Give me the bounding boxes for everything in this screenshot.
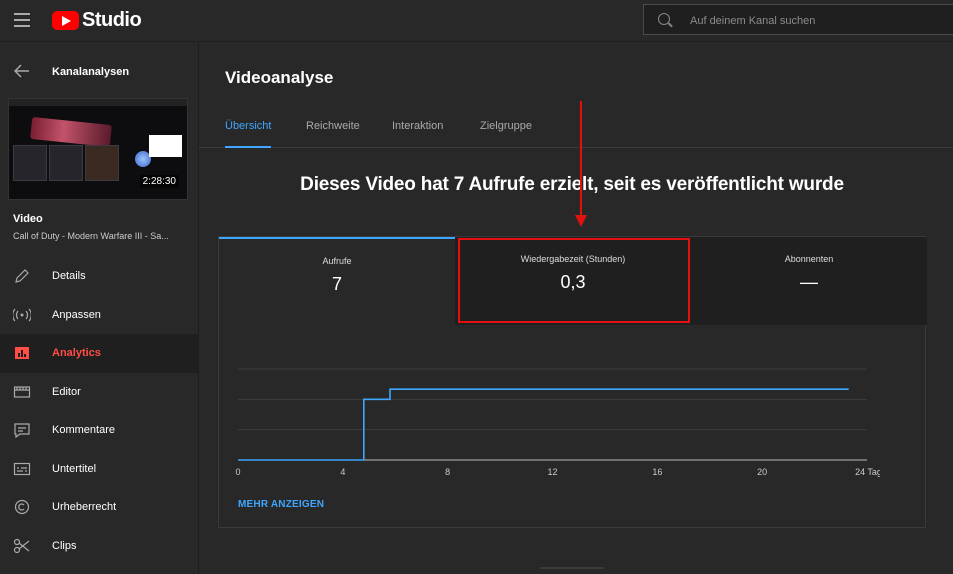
metric-label: Aufrufe — [322, 256, 352, 266]
search-box[interactable] — [643, 4, 953, 36]
analytics-icon — [15, 347, 29, 359]
x-tick-label: 4 — [340, 467, 345, 477]
metric-subscribers[interactable]: Abonnenten — — [691, 237, 927, 325]
x-tick-label: 20 — [757, 467, 767, 477]
search-input[interactable] — [688, 5, 952, 36]
search-icon — [658, 13, 670, 25]
sidebar-item-label: Details — [52, 270, 86, 283]
show-more-link[interactable]: MEHR ANZEIGEN — [238, 499, 324, 510]
tab-reichweite[interactable]: Reichweite — [306, 120, 360, 146]
sidebar-item-label: Urheberrecht — [52, 501, 117, 514]
sidebar-item-label: Editor — [52, 385, 81, 398]
page-title: Videoanalyse — [225, 68, 334, 87]
comment-icon — [14, 423, 30, 438]
metric-label: Abonnenten — [784, 254, 834, 264]
logo-text: Studio — [82, 9, 142, 31]
metric-label: Wiedergabezeit (Stunden) — [520, 254, 626, 264]
video-thumbnail[interactable]: 2:28:30 — [8, 98, 188, 200]
sidebar-item-label: Untertitel — [52, 462, 97, 475]
metric-watch-time[interactable]: Wiedergabezeit (Stunden) 0,3 — [455, 237, 691, 325]
top-bar: Studio — [0, 0, 953, 42]
views-series-line — [238, 388, 849, 461]
tab-zielgruppe[interactable]: Zielgruppe — [480, 120, 532, 146]
tab-uebersicht[interactable]: Übersicht — [225, 120, 272, 148]
sidebar-item-clips[interactable]: Clips — [0, 527, 198, 566]
annotation-arrow — [580, 101, 582, 219]
youtube-logo-icon — [52, 11, 79, 30]
subtitles-icon — [13, 462, 31, 475]
sidebar-item-label: Analytics — [52, 347, 101, 360]
metric-value: 0,3 — [560, 272, 586, 292]
thumbnail-tile — [85, 145, 119, 181]
sidebar-item-label: Kommentare — [52, 424, 115, 437]
sidebar-item-analytics[interactable]: Analytics — [0, 334, 198, 373]
thumbnail-tile — [49, 145, 83, 181]
sidebar-item-label: Anpassen — [52, 308, 101, 321]
sidebar-item-urheberrecht[interactable]: Urheberrecht — [0, 488, 198, 527]
back-arrow-icon[interactable] — [14, 64, 30, 78]
broadcast-icon — [13, 308, 31, 321]
metric-value: — — [800, 272, 818, 292]
annotation-arrow-head — [575, 215, 587, 227]
sidebar-item-details[interactable]: Details — [0, 257, 198, 296]
sidebar: Kanalanalysen 2:28:30 Video Call of Duty… — [0, 42, 199, 574]
sidebar-nav: Details Anpassen Analytics Editor Kommen… — [0, 257, 198, 565]
back-row[interactable]: Kanalanalysen — [0, 60, 198, 84]
metric-value: 7 — [331, 274, 342, 294]
x-tick-label: 24 Tage — [855, 467, 880, 477]
sidebar-item-editor[interactable]: Editor — [0, 373, 198, 412]
x-tick-label: 16 — [652, 467, 662, 477]
views-chart: 036904812162024 Tage — [235, 368, 880, 477]
x-tick-label: 8 — [445, 467, 450, 477]
analytics-tabs: Übersicht Reichweite Interaktion Zielgru… — [199, 110, 953, 148]
thumbnail-top-bar — [9, 99, 187, 106]
copyright-icon — [14, 499, 30, 515]
tab-interaktion[interactable]: Interaktion — [392, 120, 443, 146]
video-heading: Video — [13, 213, 43, 225]
sidebar-item-anpassen[interactable]: Anpassen — [0, 296, 198, 335]
metric-views[interactable]: Aufrufe 7 — [219, 237, 455, 325]
studio-logo[interactable]: Studio — [52, 9, 142, 32]
back-label: Kanalanalysen — [52, 66, 130, 78]
thumbnail-weapon-image — [30, 116, 112, 148]
video-title: Call of Duty - Modern Warfare III - Sa..… — [13, 231, 169, 241]
sidebar-item-label: Clips — [52, 539, 77, 552]
film-icon — [13, 385, 31, 398]
menu-icon[interactable] — [14, 13, 30, 27]
summary-headline: Dieses Video hat 7 Aufrufe erzielt, seit… — [300, 174, 844, 195]
x-tick-label: 12 — [547, 467, 557, 477]
thumbnail-overlay — [149, 135, 182, 157]
sidebar-item-untertitel[interactable]: Untertitel — [0, 450, 198, 489]
scissors-icon — [13, 538, 30, 553]
scroll-indicator — [540, 567, 604, 569]
thumbnail-tile — [13, 145, 47, 181]
x-tick-label: 0 — [235, 467, 240, 477]
video-duration: 2:28:30 — [139, 175, 179, 188]
pencil-icon — [15, 269, 29, 283]
sidebar-item-kommentare[interactable]: Kommentare — [0, 411, 198, 450]
